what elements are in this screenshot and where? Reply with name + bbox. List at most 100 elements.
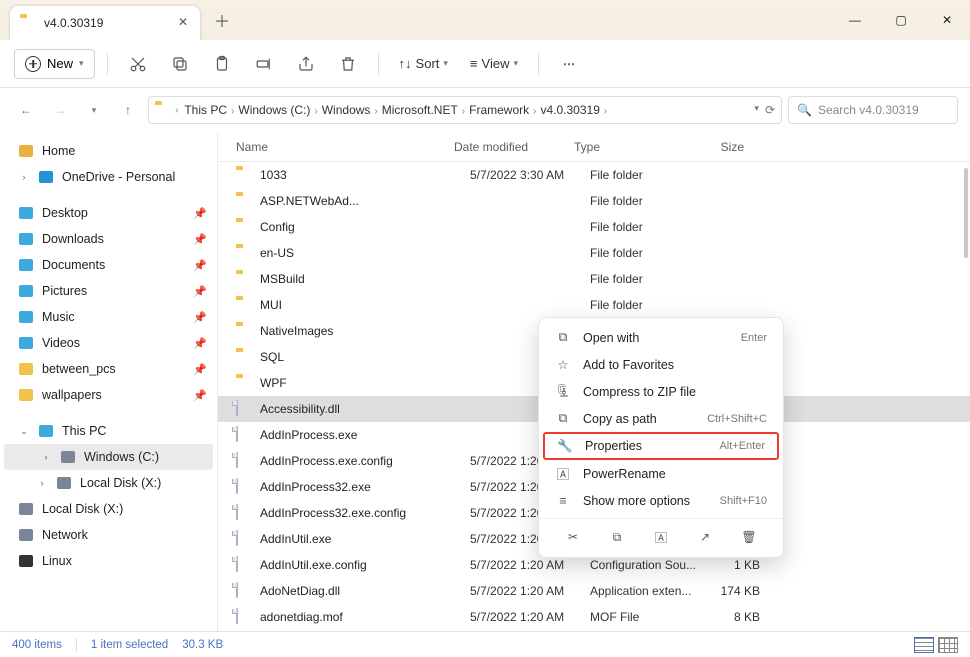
view-icon: ≡ <box>470 56 478 71</box>
up-button[interactable]: ↑ <box>114 96 142 124</box>
context-menu-item[interactable]: 🗜Compress to ZIP file <box>539 378 783 405</box>
cut-icon[interactable] <box>120 49 156 79</box>
copy-icon[interactable]: ⧉ <box>605 525 629 549</box>
file-row[interactable]: 10335/7/2022 3:30 AMFile folder <box>218 162 970 188</box>
details-view-icon[interactable] <box>914 637 934 653</box>
sidebar-item[interactable]: Pictures📌 <box>0 278 217 304</box>
file-row[interactable]: AdoNetDiag.dll5/7/2022 1:20 AMApplicatio… <box>218 578 970 604</box>
new-tab-button[interactable]: ＋ <box>208 6 236 34</box>
chevron-down-icon: ▾ <box>443 58 448 69</box>
share-icon[interactable]: ↗ <box>693 525 717 549</box>
breadcrumb[interactable]: v4.0.30319 <box>538 103 601 117</box>
context-menu-item[interactable]: 🔧PropertiesAlt+Enter <box>543 432 779 460</box>
window-tab[interactable]: v4.0.30319 ✕ <box>10 6 200 40</box>
col-size[interactable]: Size <box>684 140 744 154</box>
new-button[interactable]: New ▾ <box>14 49 95 79</box>
documents-icon <box>18 257 34 273</box>
file-icon <box>236 453 252 469</box>
sidebar-item[interactable]: Downloads📌 <box>0 226 217 252</box>
sidebar-item[interactable]: ›OneDrive - Personal <box>0 164 217 190</box>
file-row[interactable]: ConfigFile folder <box>218 214 970 240</box>
recent-button[interactable]: ▾ <box>80 96 108 124</box>
onedrive-icon <box>38 169 54 185</box>
address-bar[interactable]: › This PC›Windows (C:)›Windows›Microsoft… <box>148 96 782 124</box>
chevron-down-icon[interactable]: ▾ <box>754 103 759 117</box>
sidebar-label: Videos <box>42 336 80 350</box>
sidebar-item[interactable]: Desktop📌 <box>0 200 217 226</box>
delete-icon[interactable] <box>330 49 366 79</box>
context-menu-item[interactable]: ⧉Copy as pathCtrl+Shift+C <box>539 405 783 432</box>
sidebar-item[interactable]: Local Disk (X:) <box>0 496 217 522</box>
col-name[interactable]: Name <box>236 140 454 154</box>
cut-icon[interactable]: ✂ <box>561 525 585 549</box>
paste-icon[interactable] <box>204 49 240 79</box>
cell-type: Application exten... <box>590 584 700 598</box>
sidebar-item[interactable]: ›Local Disk (X:) <box>0 470 217 496</box>
col-date[interactable]: Date modified <box>454 140 574 154</box>
sidebar[interactable]: Home›OneDrive - Personal Desktop📌Downloa… <box>0 132 218 631</box>
breadcrumb[interactable]: This PC <box>182 103 229 117</box>
sort-button[interactable]: ↑↓ Sort ▾ <box>391 49 456 79</box>
pin-icon: 📌 <box>193 233 207 246</box>
sidebar-item[interactable]: Documents📌 <box>0 252 217 278</box>
cell-name: ASP.NETWebAd... <box>260 194 470 208</box>
chevron-icon[interactable]: › <box>18 172 30 182</box>
cell-date: 5/7/2022 3:30 AM <box>470 168 590 182</box>
chevron-icon[interactable]: › <box>40 452 52 462</box>
maximize-button[interactable]: ▢ <box>878 0 924 40</box>
navbar: ← → ▾ ↑ › This PC›Windows (C:)›Windows›M… <box>0 88 970 132</box>
context-menu-item[interactable]: ≡Show more optionsShift+F10 <box>539 487 783 514</box>
cell-name: AddInProcess32.exe <box>260 480 470 494</box>
wrench-icon: 🔧 <box>557 438 573 454</box>
sidebar-label: Network <box>42 528 88 542</box>
breadcrumb[interactable]: Framework <box>467 103 531 117</box>
close-button[interactable]: ✕ <box>924 0 970 40</box>
search-input[interactable]: 🔍 Search v4.0.30319 <box>788 96 958 124</box>
breadcrumb[interactable]: Microsoft.NET <box>380 103 460 117</box>
cell-name: AddInProcess32.exe.config <box>260 506 470 520</box>
breadcrumb[interactable]: Windows (C:) <box>236 103 312 117</box>
sidebar-item[interactable]: ›Windows (C:) <box>4 444 213 470</box>
context-menu-label: Copy as path <box>583 412 657 426</box>
close-tab-icon[interactable]: ✕ <box>176 16 190 30</box>
sidebar-label: Pictures <box>42 284 87 298</box>
context-menu-item[interactable]: ☆Add to Favorites <box>539 351 783 378</box>
sidebar-item[interactable]: ⌄This PC <box>0 418 217 444</box>
delete-icon[interactable]: 🗑 <box>737 525 761 549</box>
sidebar-item[interactable]: wallpapers📌 <box>0 382 217 408</box>
back-button[interactable]: ← <box>12 96 40 124</box>
sidebar-item[interactable]: Home <box>0 138 217 164</box>
file-row[interactable]: MUIFile folder <box>218 292 970 318</box>
file-row[interactable]: ASP.NETWebAd...File folder <box>218 188 970 214</box>
col-type[interactable]: Type <box>574 140 684 154</box>
context-menu-item[interactable]: 🄰PowerRename <box>539 460 783 487</box>
thumbnails-view-icon[interactable] <box>938 637 958 653</box>
keyboard-shortcut: Ctrl+Shift+C <box>707 413 767 425</box>
forward-button[interactable]: → <box>46 96 74 124</box>
column-headers[interactable]: Name Date modified Type Size <box>218 132 970 162</box>
view-button[interactable]: ≡ View ▾ <box>462 49 526 79</box>
sidebar-item[interactable]: Videos📌 <box>0 330 217 356</box>
file-row[interactable]: MSBuildFile folder <box>218 266 970 292</box>
more-icon[interactable]: ⋯ <box>551 49 587 79</box>
copy-icon[interactable] <box>162 49 198 79</box>
file-row[interactable]: en-USFile folder <box>218 240 970 266</box>
sidebar-item[interactable]: Network <box>0 522 217 548</box>
minimize-button[interactable]: — <box>832 0 878 40</box>
file-row[interactable]: adonetdiag.mof5/7/2022 1:20 AMMOF File8 … <box>218 604 970 630</box>
linux-icon <box>18 553 34 569</box>
rename-icon[interactable]: 🄰 <box>649 525 673 549</box>
rename-icon[interactable] <box>246 49 282 79</box>
sidebar-item[interactable]: between_pcs📌 <box>0 356 217 382</box>
sidebar-item[interactable]: Linux <box>0 548 217 574</box>
open-icon: ⧉ <box>555 330 571 346</box>
refresh-icon[interactable]: ⟳ <box>765 103 775 117</box>
share-icon[interactable] <box>288 49 324 79</box>
downloads-icon <box>18 231 34 247</box>
scrollbar[interactable] <box>964 168 968 258</box>
breadcrumb[interactable]: Windows <box>320 103 373 117</box>
chevron-icon[interactable]: ⌄ <box>18 426 30 437</box>
sidebar-item[interactable]: Music📌 <box>0 304 217 330</box>
chevron-icon[interactable]: › <box>36 478 48 488</box>
context-menu-item[interactable]: ⧉Open withEnter <box>539 324 783 351</box>
